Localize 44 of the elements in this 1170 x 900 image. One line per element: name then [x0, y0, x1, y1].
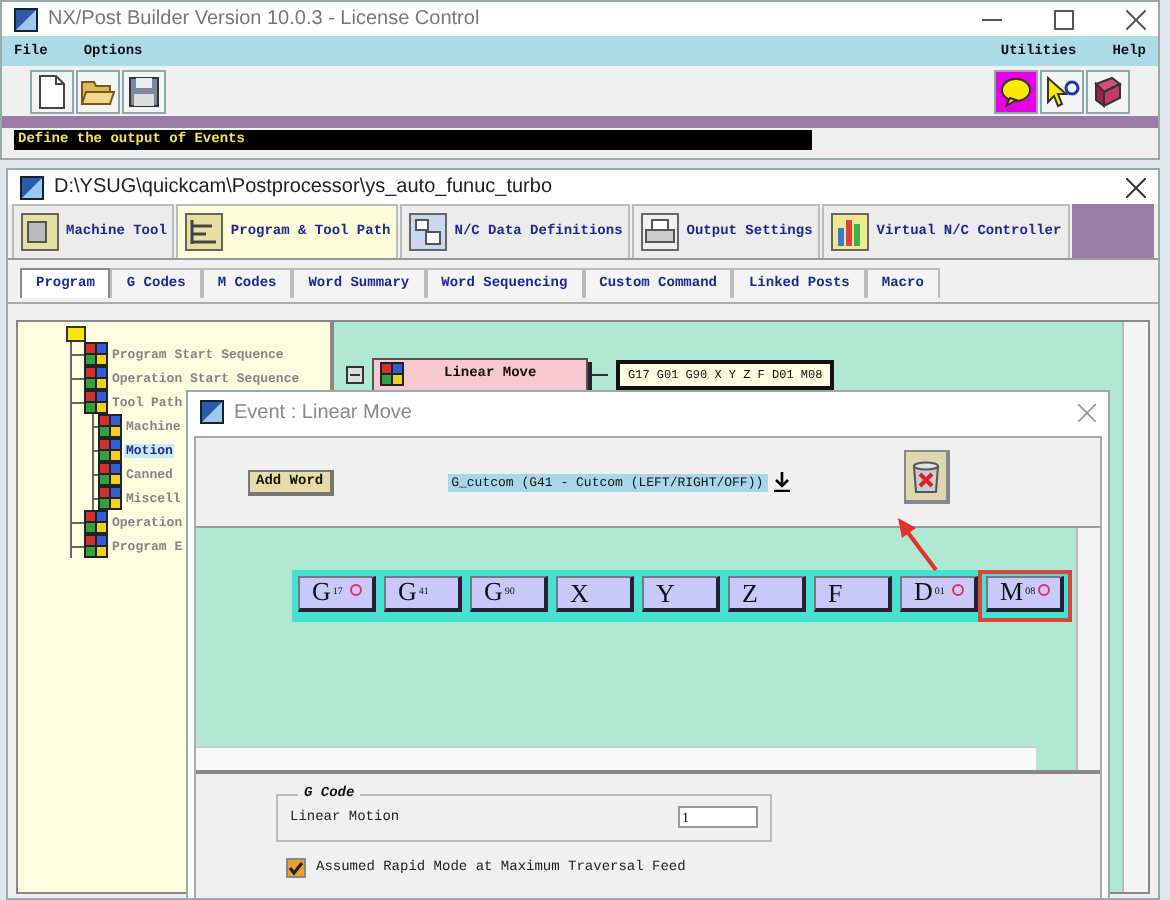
toolpath-icon	[184, 212, 225, 252]
download-arrow-icon[interactable]	[773, 472, 790, 492]
close-icon[interactable]	[1126, 177, 1146, 197]
cube-icon	[84, 510, 108, 534]
app-icon	[14, 7, 38, 31]
cube-icon	[84, 534, 108, 558]
app-icon	[20, 175, 44, 199]
cube-icon	[98, 438, 122, 462]
pointer-help-icon[interactable]	[1040, 69, 1084, 113]
data-table-icon	[408, 212, 449, 252]
new-file-icon[interactable]	[30, 69, 74, 113]
trash-icon	[909, 457, 942, 493]
maximize-icon[interactable]	[1054, 9, 1074, 29]
window-title: NX/Post Builder Version 10.0.3 - License Control	[48, 8, 480, 30]
cube-icon	[84, 366, 108, 390]
word-button[interactable]: Z	[728, 576, 806, 612]
window-title: Event : Linear Move	[234, 401, 412, 423]
help-bubble-icon[interactable]	[994, 69, 1038, 113]
scrollbar[interactable]	[1122, 322, 1148, 892]
cube-icon	[98, 462, 122, 486]
annotation-arrow	[896, 516, 940, 572]
app-icon	[200, 400, 224, 424]
close-icon[interactable]	[1126, 9, 1146, 29]
folder-icon	[66, 326, 86, 342]
scrollbar[interactable]	[196, 746, 1036, 770]
printer-icon	[640, 212, 681, 252]
collapse-icon[interactable]	[346, 365, 364, 383]
cube-icon	[98, 414, 122, 438]
word-button[interactable]: Y	[642, 576, 720, 612]
tab-bar-filler	[1071, 204, 1154, 258]
cube-icon	[84, 390, 108, 414]
word-button[interactable]: X	[556, 576, 634, 612]
word-button[interactable]: F	[814, 576, 892, 612]
checkbox[interactable]	[286, 858, 306, 878]
cube-icon	[380, 362, 404, 386]
cube-icon	[84, 342, 108, 366]
cube-icon	[98, 486, 122, 510]
open-folder-icon[interactable]	[76, 69, 120, 113]
machine-icon	[20, 212, 60, 252]
window-title: D:\YSUG\quickcam\Postprocessor\ys_auto_funuc_turbo	[54, 176, 553, 198]
scrollbar[interactable]	[1076, 528, 1100, 770]
bar-chart-icon	[830, 212, 871, 252]
save-icon[interactable]	[122, 69, 166, 113]
trash-button[interactable]	[903, 449, 950, 503]
